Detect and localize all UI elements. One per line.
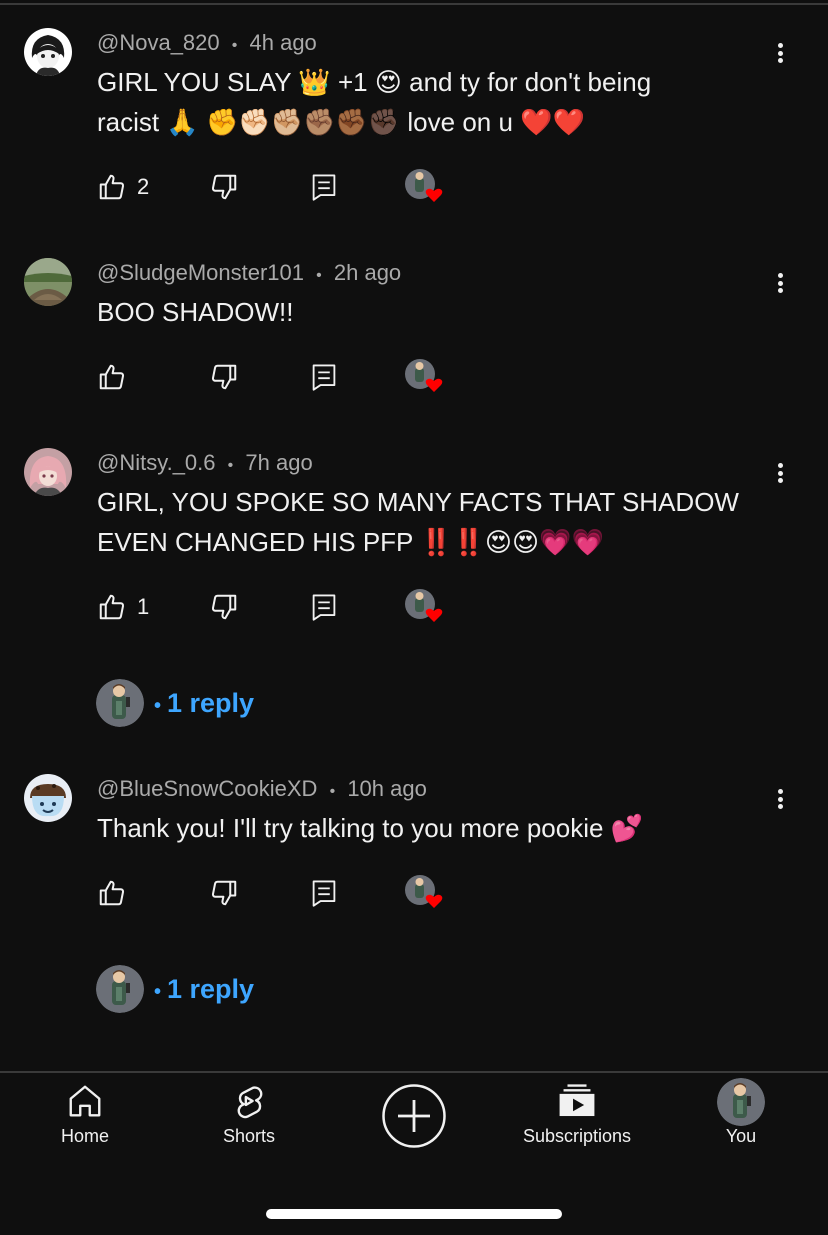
reply-button[interactable]: [311, 170, 337, 204]
tab-home-label: Home: [60, 1126, 109, 1146]
nav-divider: [0, 1071, 828, 1073]
creator-heart: [404, 169, 444, 204]
comment-time: 2h ago: [333, 260, 402, 285]
shorts-icon: [237, 1086, 263, 1119]
top-divider: [0, 3, 828, 5]
thumbs-up-icon: [99, 364, 125, 390]
comment-icon: [312, 594, 336, 621]
comment-time: 4h ago: [249, 30, 317, 55]
tab-you[interactable]: You: [706, 1078, 776, 1147]
like-button[interactable]: 2: [97, 170, 149, 204]
create-button[interactable]: [382, 1084, 446, 1148]
comment-actions: [97, 359, 497, 394]
subscriptions-icon: [559, 1084, 595, 1117]
comment-meta: @SludgeMonster101 • 2h ago: [97, 260, 402, 285]
comment-text: GIRL YOU SLAY 👑 +1 😍 and ty for don't be…: [97, 67, 652, 137]
tab-you-label: You: [725, 1126, 757, 1146]
tab-home[interactable]: Home: [50, 1082, 120, 1147]
commenter-avatar[interactable]: [24, 258, 72, 306]
home-indicator: [266, 1209, 562, 1219]
comment-time: 10h ago: [347, 776, 427, 801]
comment-icon: [312, 174, 336, 201]
dislike-button[interactable]: [209, 876, 239, 910]
commenter-avatar[interactable]: [24, 28, 72, 76]
reply-avatar: [96, 965, 144, 1013]
like-count: 2: [137, 174, 150, 199]
comment-actions: 2: [97, 169, 497, 204]
thumbs-up-icon: [99, 880, 125, 906]
view-replies-button[interactable]: • 1 reply: [96, 679, 254, 727]
add-icon: [382, 1084, 446, 1148]
tab-shorts-label: Shorts: [222, 1126, 276, 1146]
tab-subscriptions-label: Subscriptions: [522, 1126, 632, 1146]
tab-subscriptions[interactable]: Subscriptions: [512, 1082, 642, 1147]
comment-meta: @BlueSnowCookieXD • 10h ago: [97, 776, 427, 801]
reply-button[interactable]: [311, 876, 337, 910]
comment-meta: @Nitsy._0.6 • 7h ago: [97, 450, 313, 475]
thumbs-down-icon: [211, 174, 237, 200]
heart-icon: [425, 608, 443, 622]
comment-meta: @Nova_820 • 4h ago: [97, 30, 317, 55]
comment-author[interactable]: @Nitsy._0.6: [97, 450, 216, 475]
more-options-icon[interactable]: [766, 39, 794, 67]
profile-avatar: [717, 1078, 765, 1126]
heart-icon: [425, 894, 443, 908]
more-options-icon[interactable]: [766, 785, 794, 813]
comment-author[interactable]: @BlueSnowCookieXD: [97, 776, 317, 801]
comment-actions: [97, 875, 497, 910]
thumbs-down-icon: [211, 594, 237, 620]
reply-count-link[interactable]: • 1 reply: [154, 688, 254, 719]
comment-time: 7h ago: [245, 450, 313, 475]
comment-icon: [312, 880, 336, 907]
reply-avatar: [96, 679, 144, 727]
comment-author[interactable]: @SludgeMonster101: [97, 260, 304, 285]
comment-text: GIRL, YOU SPOKE SO MANY FACTS THAT SHADO…: [97, 487, 739, 557]
dislike-button[interactable]: [209, 590, 239, 624]
thumbs-down-icon: [211, 880, 237, 906]
tab-shorts[interactable]: Shorts: [214, 1082, 284, 1147]
more-options-icon[interactable]: [766, 459, 794, 487]
creator-heart: [404, 875, 444, 910]
creator-heart: [404, 359, 444, 394]
commenter-avatar[interactable]: [24, 774, 72, 822]
reply-button[interactable]: [311, 360, 337, 394]
comment-actions: 1: [97, 589, 497, 624]
thumbs-down-icon: [211, 364, 237, 390]
like-button[interactable]: 1: [97, 590, 149, 624]
thumbs-up-icon: [99, 594, 125, 620]
reply-button[interactable]: [311, 590, 337, 624]
like-button[interactable]: [97, 360, 127, 394]
view-replies-button[interactable]: • 1 reply: [96, 965, 254, 1013]
more-options-icon[interactable]: [766, 269, 794, 297]
home-icon: [69, 1085, 101, 1117]
heart-icon: [425, 378, 443, 392]
like-count: 1: [137, 594, 150, 619]
like-button[interactable]: [97, 876, 127, 910]
commenter-avatar[interactable]: [24, 448, 72, 496]
comment-icon: [312, 364, 336, 391]
dislike-button[interactable]: [209, 360, 239, 394]
comment-text: Thank you! I'll try talking to you more …: [97, 813, 644, 843]
comment-author[interactable]: @Nova_820: [97, 30, 220, 55]
comment-text: BOO SHADOW!!: [97, 297, 294, 327]
dislike-button[interactable]: [209, 170, 239, 204]
heart-icon: [425, 188, 443, 202]
reply-count-link[interactable]: • 1 reply: [154, 974, 254, 1005]
thumbs-up-icon: [99, 174, 125, 200]
creator-heart: [404, 589, 444, 624]
